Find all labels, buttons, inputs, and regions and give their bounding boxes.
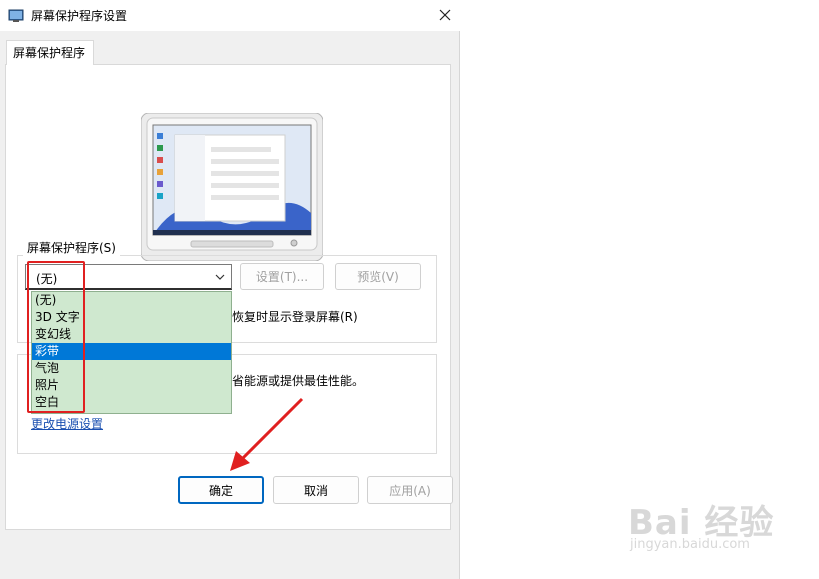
dropdown-option-ribbons[interactable]: 彩带: [32, 343, 231, 360]
monitor-preview-image: [141, 113, 323, 261]
screensaver-combobox[interactable]: (无): [25, 264, 232, 290]
title-bar: 屏幕保护程序设置: [0, 0, 460, 31]
screensaver-group-label: 屏幕保护程序(S): [23, 240, 120, 256]
baidu-jingyan-watermark: Bai 经验 jingyan.baidu.com: [628, 495, 778, 555]
tab-screensaver[interactable]: 屏幕保护程序: [6, 40, 94, 65]
preview-button[interactable]: 预览(V): [335, 263, 421, 290]
dropdown-option-none[interactable]: (无): [32, 292, 231, 309]
close-button[interactable]: [432, 3, 458, 27]
watermark-url: jingyan.baidu.com: [630, 537, 750, 552]
settings-button[interactable]: 设置(T)...: [240, 263, 324, 290]
dropdown-option-photos[interactable]: 照片: [32, 377, 231, 394]
close-icon: [439, 9, 451, 21]
power-description: 省能源或提供最佳性能。: [232, 374, 365, 388]
resume-login-label: 恢复时显示登录屏幕(R): [232, 310, 358, 324]
combobox-selected-value: (无): [36, 272, 58, 286]
chevron-down-icon: [215, 274, 225, 280]
dropdown-option-3d-text[interactable]: 3D 文字: [32, 309, 231, 326]
window-title: 屏幕保护程序设置: [31, 9, 128, 23]
cancel-button[interactable]: 取消: [273, 476, 359, 504]
dropdown-option-blank[interactable]: 空白: [32, 394, 231, 411]
dropdown-option-mystify[interactable]: 变幻线: [32, 326, 231, 343]
dropdown-option-bubbles[interactable]: 气泡: [32, 360, 231, 377]
apply-button[interactable]: 应用(A): [367, 476, 453, 504]
screensaver-dropdown-list: (无) 3D 文字 变幻线 彩带 气泡 照片 空白: [31, 291, 232, 414]
change-power-settings-link[interactable]: 更改电源设置: [31, 416, 103, 432]
screensaver-settings-dialog: 屏幕保护程序设置 屏幕保护程序 屏幕保护程序(S) (无) 设置(T)... 预…: [0, 0, 460, 579]
display-settings-icon: [8, 8, 24, 24]
ok-button[interactable]: 确定: [178, 476, 264, 504]
